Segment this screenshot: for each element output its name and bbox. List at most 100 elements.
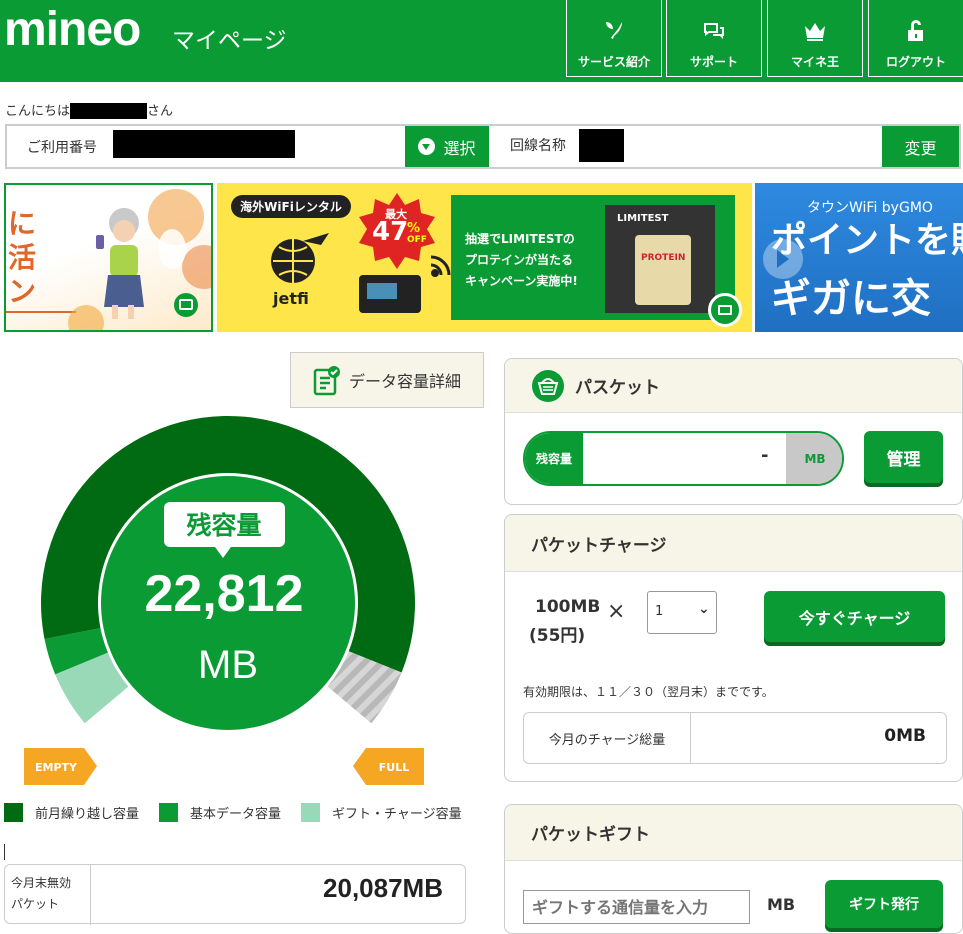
charge-now-button[interactable]: 今すぐチャージ [764, 591, 945, 642]
nav-logout-button[interactable]: ログアウト [868, 0, 963, 77]
banner-prev-button[interactable] [763, 239, 803, 279]
pasket-value: - [761, 445, 769, 466]
banner-center[interactable]: 海外WiFiレンタル 最大 47 % OFF jetfi 抽選でLIMITEST… [217, 183, 752, 332]
legend-gift: ギフト・チャージ容量 [301, 802, 462, 822]
charge-amount-block: 100MB [535, 593, 600, 621]
charge-header: パケットチャージ [505, 515, 962, 572]
line-name-label: 回線名称 [510, 138, 566, 154]
expire-packet-box: 今月末無効 パケット 20,087MB [4, 864, 466, 925]
full-label: FULL [379, 761, 409, 774]
heart-leaf-icon [606, 22, 622, 39]
quantity-select[interactable]: 1 ⌄ [647, 591, 717, 634]
greeting: こんにちは さん [5, 103, 173, 119]
greeting-prefix: こんにちは [5, 103, 71, 118]
change-button[interactable]: 変更 [882, 126, 959, 167]
protein-product: LIMITEST PROTEIN [605, 205, 715, 313]
charge-total-label: 今月のチャージ総量 [524, 713, 691, 763]
expire-label: 今月末無効 パケット [5, 865, 91, 925]
pasket-header: パスケット [505, 359, 962, 413]
legend-basic-label: 基本データ容量 [190, 806, 282, 822]
nav-service-button[interactable]: サービス紹介 [566, 0, 662, 77]
gift-issue-button[interactable]: ギフト発行 [825, 880, 943, 928]
legend-gift-label: ギフト・チャージ容量 [332, 806, 462, 822]
jetfi-brand: jetfi [273, 289, 309, 308]
campaign-line-1: 抽選でLIMITESTの [465, 232, 575, 246]
header-bar: mineo マイページ サービス紹介 サポート マイネ王 ログアウト [0, 0, 963, 82]
line-name-redacted [579, 129, 624, 162]
gift-unit: MB [767, 895, 796, 914]
quantity-value: 1 [655, 604, 664, 619]
product-brand: LIMITEST [617, 213, 669, 224]
basket-icon [532, 369, 564, 402]
number-label: ご利用番号 [27, 140, 97, 156]
banner-right[interactable]: タウンWiFi byGMO ポイントを貯 ギガに交 [755, 183, 963, 332]
chevron-down-icon: ⌄ [698, 601, 710, 617]
select-button-label: 選択 [443, 138, 476, 158]
wifi-rental-tag: 海外WiFiレンタル [231, 195, 351, 218]
remaining-value: 22,812 [144, 565, 303, 623]
play-icon [777, 250, 789, 268]
globe-plane-icon [271, 233, 329, 283]
data-gauge: 残容量 22,812 MB EMPTY FULL [24, 416, 424, 785]
expire-label-line1: 今月末無効 [11, 876, 72, 890]
unlock-icon [908, 20, 923, 41]
pasket-title: パスケット [575, 378, 660, 398]
chevron-down-circle-icon [418, 138, 436, 155]
banner-right-line2: ギガに交 [771, 276, 931, 322]
line-number-redacted [113, 130, 295, 158]
charge-title: パケットチャージ [531, 535, 667, 556]
router-screen [367, 283, 397, 299]
empty-label: EMPTY [35, 761, 78, 774]
pasket-remaining-label: 残容量 [525, 433, 583, 484]
banner-left[interactable]: に 活 ン [4, 183, 213, 332]
gift-title: パケットギフト [531, 825, 650, 845]
greeting-suffix: さん [147, 103, 174, 118]
gauge-legend: 前月繰り越し容量 基本データ容量 ギフト・チャージ容量 [4, 800, 484, 824]
user-name-redacted [70, 103, 148, 119]
page-title: マイページ [172, 28, 287, 54]
clipboard-check-icon [313, 366, 340, 396]
select-button[interactable]: 選択 [405, 126, 489, 167]
manage-button[interactable]: 管理 [864, 431, 943, 483]
gift-panel: パケットギフト MB ギフト発行 [504, 804, 963, 934]
discount-unit: % [407, 221, 421, 236]
nav-mineo-king-button[interactable]: マイネ王 [767, 0, 863, 77]
legend-carryover-label: 前月繰り越し容量 [35, 806, 140, 822]
expire-value: 20,087MB [323, 873, 443, 903]
legend-carryover-swatch [4, 802, 23, 822]
charge-total-value: 0MB [884, 726, 926, 746]
banner-left-text: に 活 ン [8, 207, 37, 308]
screen-icon [718, 305, 732, 315]
charge-panel: パケットチャージ 100MB (55円) × 1 ⌄ 今すぐチャージ 有効期限は… [504, 514, 963, 782]
protein-bag [635, 235, 691, 305]
remaining-unit: MB [198, 643, 258, 687]
banner-right-top: タウンWiFi byGMO [807, 200, 933, 216]
nav-mineo-king-label: マイネ王 [790, 55, 839, 69]
discount-off: OFF [407, 235, 427, 245]
text-cursor [4, 844, 5, 860]
product-label: PROTEIN [641, 253, 686, 263]
banner-next-button[interactable] [708, 293, 742, 327]
legend-gift-swatch [301, 802, 321, 822]
charge-total-box: 今月のチャージ総量 0MB [523, 712, 947, 764]
pasket-remaining-field: 残容量 - MB [523, 431, 844, 486]
campaign-line-3: キャンペーン実施中! [465, 274, 578, 288]
discount-value: 47 [372, 217, 409, 247]
legend-carryover: 前月繰り越し容量 [4, 802, 140, 822]
mineo-logo[interactable]: mineo [4, 6, 141, 54]
line-select-bar: ご利用番号 選択 回線名称 変更 [5, 124, 961, 169]
pasket-unit: MB [786, 433, 842, 484]
nav-support-label: サポート [689, 55, 738, 69]
wifi-router-device [359, 275, 421, 313]
nav-logout-label: ログアウト [885, 55, 946, 69]
charge-expiry-note: 有効期限は、１１／３０（翌月末）までです。 [523, 685, 774, 699]
senior-woman-illustration [68, 189, 211, 330]
remaining-label: 残容量 [186, 511, 261, 540]
nav-support-button[interactable]: サポート [666, 0, 762, 77]
charge-amount: 100MB [535, 597, 601, 617]
gift-header: パケットギフト [505, 805, 962, 861]
chat-bubbles-icon [704, 23, 724, 39]
campaign-line-2: プロテインが当たる [465, 253, 574, 267]
charge-price: (55円) [529, 626, 586, 646]
pasket-panel: パスケット 残容量 - MB 管理 [504, 358, 963, 505]
